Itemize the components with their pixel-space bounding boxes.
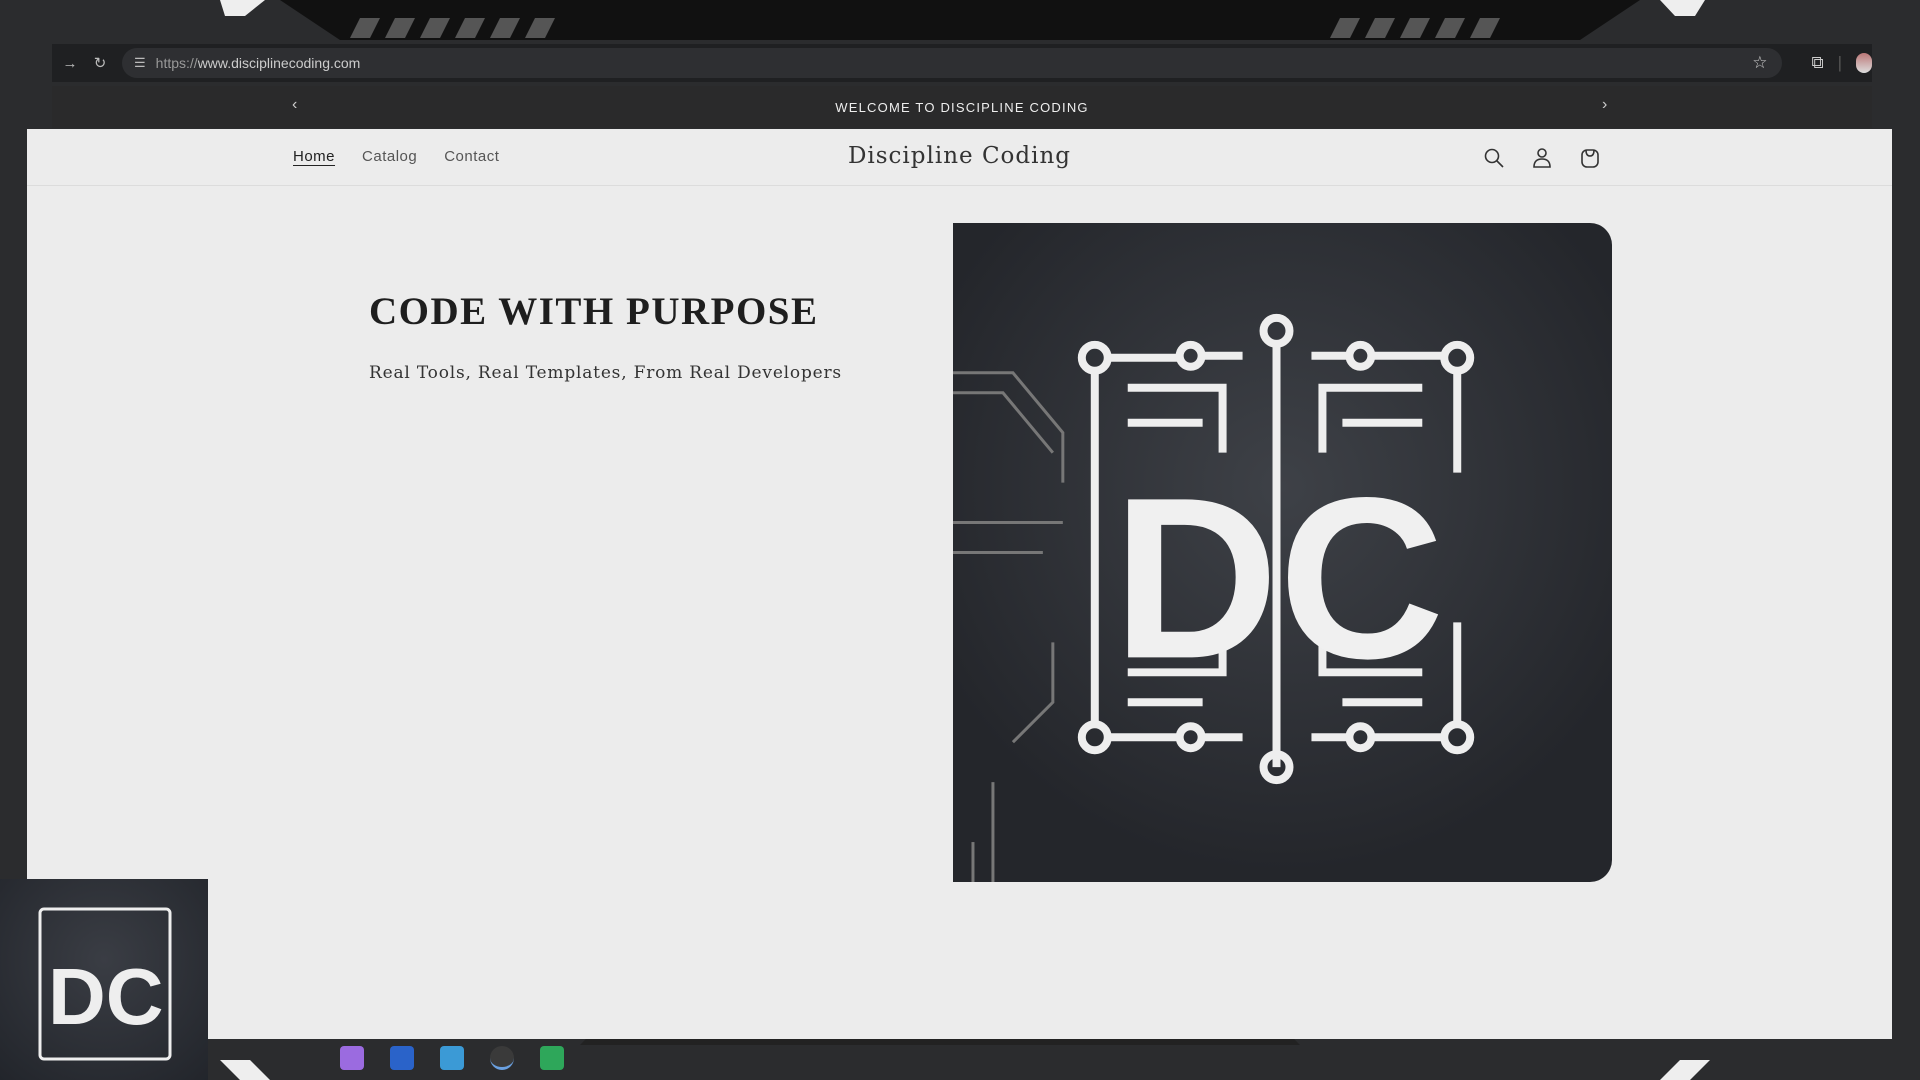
divider: | bbox=[1837, 53, 1842, 72]
taskbar-app-icon[interactable] bbox=[540, 1046, 564, 1070]
address-bar[interactable]: ☰ https://www.disciplinecoding.com bbox=[122, 48, 1782, 78]
dc-circuit-logo: DC bbox=[953, 313, 1475, 882]
announcement-text: WELCOME TO DISCIPLINE CODING bbox=[835, 99, 1089, 115]
hero-subtitle: Real Tools, Real Templates, From Real De… bbox=[369, 363, 842, 383]
store-page: Home Catalog Contact Discipline Coding C… bbox=[27, 129, 1892, 1039]
taskbar bbox=[340, 1046, 564, 1070]
taskbar-app-icon[interactable] bbox=[390, 1046, 414, 1070]
svg-text:DC: DC bbox=[48, 952, 164, 1041]
account-icon[interactable] bbox=[1530, 146, 1554, 170]
url-protocol: https:// bbox=[155, 55, 198, 71]
cart-icon[interactable] bbox=[1578, 146, 1602, 170]
webcam-overlay-logo: DC bbox=[0, 879, 208, 1080]
search-icon[interactable] bbox=[1482, 146, 1506, 170]
site-brand[interactable]: Discipline Coding bbox=[27, 143, 1892, 169]
taskbar-app-icon[interactable] bbox=[490, 1046, 514, 1070]
bookmark-star-icon[interactable]: ☆ bbox=[1752, 53, 1767, 73]
reload-icon[interactable]: ↻ bbox=[82, 54, 118, 72]
browser-toolbar: → ↻ ☰ https://www.disciplinecoding.com ☆… bbox=[52, 44, 1872, 82]
taskbar-app-icon[interactable] bbox=[340, 1046, 364, 1070]
announcement-prev-button[interactable]: ‹ bbox=[292, 96, 299, 114]
extensions-icon[interactable]: ⧉ bbox=[1811, 53, 1823, 73]
url-host: www.disciplinecoding.com bbox=[197, 55, 361, 71]
site-header: Home Catalog Contact Discipline Coding bbox=[27, 129, 1892, 186]
taskbar-app-icon[interactable] bbox=[440, 1046, 464, 1070]
announcement-next-button[interactable]: › bbox=[1602, 96, 1609, 114]
profile-avatar[interactable] bbox=[1856, 53, 1872, 73]
hero-title: CODE WITH PURPOSE bbox=[369, 290, 819, 333]
site-settings-icon[interactable]: ☰ bbox=[134, 55, 146, 71]
hero-logo-image: DC bbox=[953, 223, 1612, 882]
svg-text:DC: DC bbox=[1113, 449, 1445, 706]
announcement-bar: ‹ WELCOME TO DISCIPLINE CODING › bbox=[52, 86, 1872, 128]
